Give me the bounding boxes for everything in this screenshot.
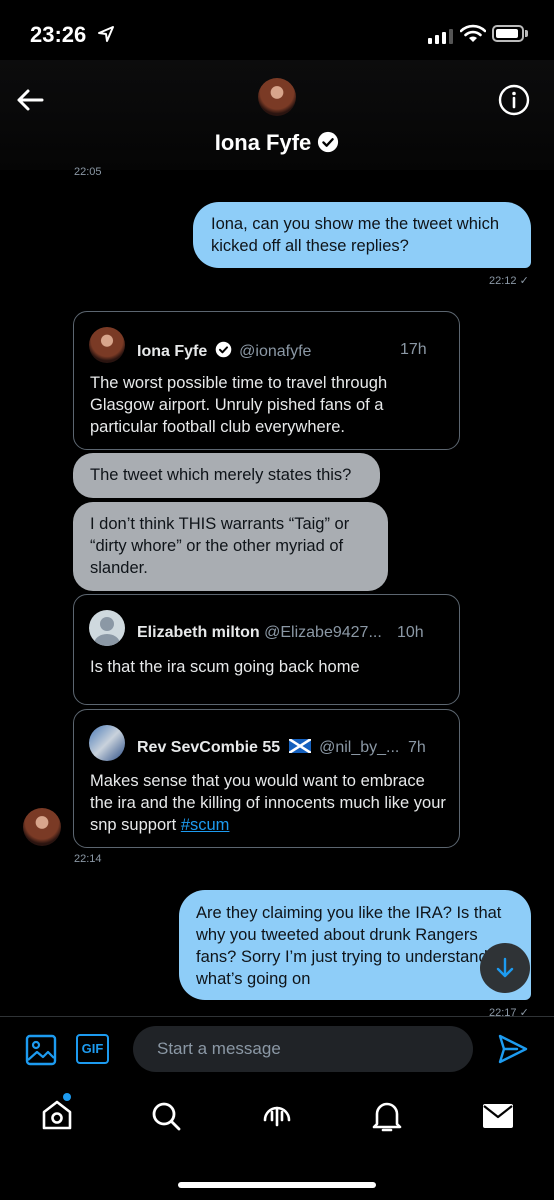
tweet-time: 7h (408, 739, 426, 756)
tweet-author-name: Rev SevCombie 55 (137, 739, 281, 756)
sent-message-bubble[interactable]: Are they claiming you like the IRA? Is t… (179, 890, 531, 1000)
received-message-time: 22:14 (74, 853, 102, 865)
sent-message-time: 22:12 ✓ (489, 275, 529, 287)
message-timestamp: 22:05 (74, 166, 102, 178)
tweet-text-body: Makes sense that you would want to embra… (90, 772, 446, 834)
verified-icon (215, 341, 231, 358)
tweet-time: 10h (397, 624, 424, 641)
image-icon[interactable] (25, 1034, 57, 1066)
battery-icon (492, 25, 524, 42)
shared-tweet-card[interactable]: Rev SevCombie 55 @nil_by_... 7h Makes se… (73, 709, 460, 848)
sender-avatar[interactable] (23, 808, 61, 846)
notifications-icon[interactable] (371, 1099, 403, 1133)
tweet-time: 17h (400, 341, 427, 358)
composer-divider (0, 1016, 554, 1017)
gif-icon[interactable]: GIF (76, 1034, 109, 1064)
received-message-text: I don’t think THIS warrants “Taig” or “d… (90, 515, 350, 577)
gif-label: GIF (81, 1041, 104, 1056)
home-icon[interactable] (40, 1098, 74, 1132)
spaces-icon[interactable] (259, 1098, 295, 1134)
sent-message-bubble[interactable]: Iona, can you show me the tweet which ki… (193, 202, 531, 268)
header-avatar[interactable] (258, 78, 296, 116)
home-notification-dot (63, 1093, 71, 1101)
hashtag-link[interactable]: #scum (181, 816, 230, 834)
conversation-title[interactable]: Iona Fyfe (0, 130, 554, 156)
tweet-author-handle: @ionafyfe (239, 343, 312, 360)
tweet-text: The worst possible time to travel throug… (90, 374, 388, 436)
tweet-text: Is that the ira scum going back home (90, 658, 360, 676)
back-arrow-icon[interactable] (14, 84, 46, 116)
message-input[interactable]: Start a message (133, 1026, 473, 1072)
cell-signal-icon (428, 28, 453, 44)
send-icon[interactable] (497, 1033, 529, 1065)
verified-icon (318, 131, 339, 153)
battery-nub (525, 30, 528, 37)
sent-message-time: 22:17 ✓ (489, 1007, 529, 1019)
header-name: Iona Fyfe (214, 130, 312, 155)
tweet-author-avatar[interactable] (89, 610, 125, 646)
sent-message-text: Are they claiming you like the IRA? Is t… (196, 904, 502, 988)
tweet-text: Makes sense that you would want to embra… (90, 770, 450, 836)
tweet-author[interactable]: Elizabeth milton @Elizabe9427... (137, 624, 382, 642)
tweet-author-name: Iona Fyfe (137, 343, 208, 360)
sent-message-text: Iona, can you show me the tweet which ki… (211, 215, 499, 255)
tweet-author[interactable]: Rev SevCombie 55 @nil_by_... (137, 737, 400, 757)
tweet-author-avatar[interactable] (89, 725, 125, 761)
arrow-down-icon (496, 957, 514, 978)
received-message-bubble[interactable]: The tweet which merely states this? (73, 453, 380, 498)
info-icon[interactable] (498, 84, 530, 116)
search-icon[interactable] (150, 1100, 182, 1132)
home-indicator (178, 1182, 376, 1188)
messages-icon[interactable] (482, 1103, 514, 1129)
shared-tweet-card[interactable]: Iona Fyfe @ionafyfe 17h The worst possib… (73, 311, 460, 450)
message-input-placeholder: Start a message (157, 1039, 281, 1058)
scotland-flag-icon (287, 737, 312, 755)
received-message-text: The tweet which merely states this? (90, 466, 352, 484)
tweet-author-handle: @Elizabe9427... (264, 624, 382, 641)
tweet-author-handle: @nil_by_... (319, 739, 400, 756)
status-time: 23:26 (30, 22, 87, 47)
received-message-bubble[interactable]: I don’t think THIS warrants “Taig” or “d… (73, 502, 388, 591)
tweet-author-avatar[interactable] (89, 327, 125, 363)
wifi-icon (460, 24, 486, 42)
scroll-to-bottom-button[interactable] (480, 943, 530, 993)
default-profile-icon (94, 617, 120, 646)
tweet-author[interactable]: Iona Fyfe @ionafyfe (137, 341, 311, 361)
location-arrow-icon (98, 26, 114, 42)
shared-tweet-card[interactable]: Elizabeth milton @Elizabe9427... 10h Is … (73, 594, 460, 705)
tweet-author-name: Elizabeth milton (137, 624, 260, 641)
